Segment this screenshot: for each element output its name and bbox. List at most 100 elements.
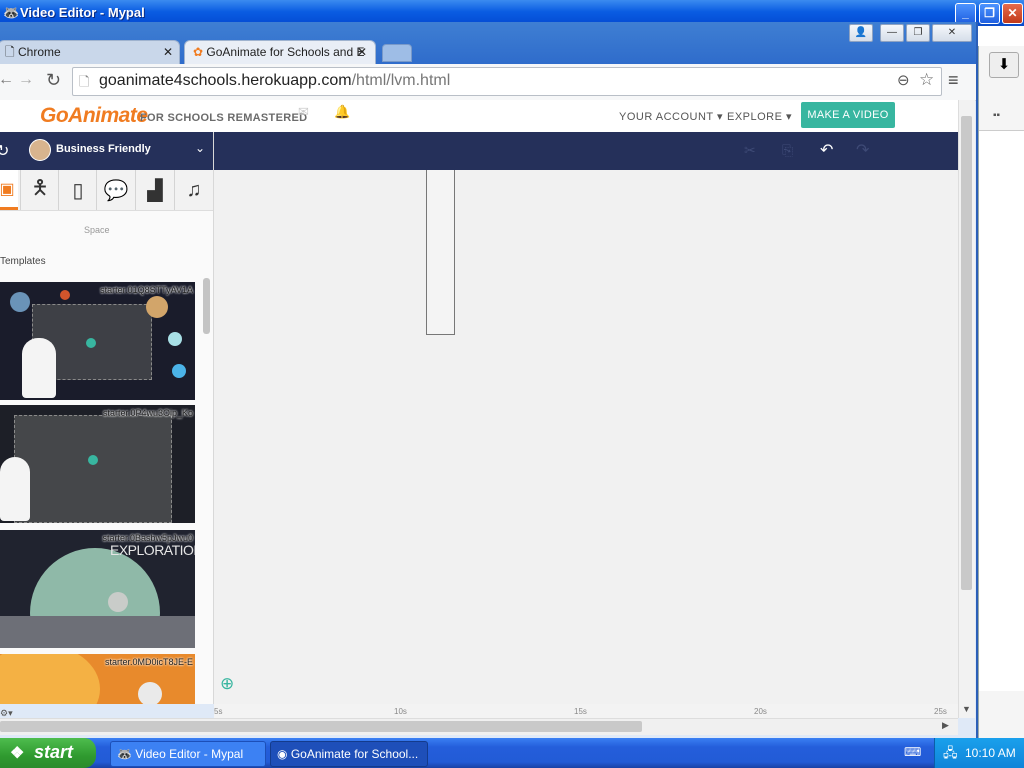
menu-icon[interactable]: ≡ (948, 70, 959, 91)
planet-shape (168, 332, 182, 346)
timeline-tick: 15s (574, 707, 587, 716)
scroll-right-icon[interactable]: ▶ (942, 720, 949, 731)
close-button[interactable]: ✕ (1002, 3, 1023, 24)
bookmark-star-icon[interactable]: ☆ (919, 70, 934, 90)
theme-name: Business Friendly (56, 143, 151, 155)
template-thumbnail[interactable]: starter.0P4wu3Oip_Ko (0, 405, 195, 523)
timeline-tick: 20s (754, 707, 767, 716)
clock[interactable]: 10:10 AM (965, 746, 1016, 760)
nav-your-account[interactable]: YOUR ACCOUNT ▾ (619, 110, 723, 123)
scrollbar-thumb[interactable] (961, 116, 972, 590)
address-bar[interactable]: 🗋 goanimate4schools.herokuapp.com/html/l… (72, 67, 942, 96)
start-button[interactable]: ❖ start (0, 738, 96, 768)
planet-shape (0, 654, 100, 704)
panel-scrollbar[interactable] (203, 278, 210, 334)
minimize-button[interactable]: _ (955, 3, 976, 24)
template-thumbnail[interactable]: EXPLORATION starter.0Basbw5pJwu0 (0, 530, 195, 648)
planet-shape (10, 292, 30, 312)
template-thumbnail[interactable]: starter.01Q8STTyAV1A (0, 282, 195, 400)
start-label: start (34, 742, 74, 762)
character-category-icon[interactable]: 🯅 (20, 170, 59, 210)
section-space: Space (84, 225, 110, 235)
maximize-button[interactable]: ❐ (979, 3, 1000, 24)
theme-avatar (29, 139, 51, 161)
paste-icon[interactable]: ⎘ (782, 142, 793, 159)
system-tray: 🖧 10:10 AM (934, 738, 1024, 768)
template-label: starter.0Basbw5pJwu0 (102, 533, 193, 543)
keyboard-icon[interactable]: ⌨ (904, 745, 921, 759)
tab-goanimate[interactable]: ✿ GoAnimate for Schools and E ✕ (184, 40, 376, 65)
goanimate-favicon-icon: ✿ (193, 45, 204, 59)
profile-icon[interactable]: 👤 (849, 24, 873, 42)
tab-label: GoAnimate for Schools and E (206, 45, 365, 59)
scene-frame-marker[interactable] (426, 170, 455, 335)
cut-icon[interactable]: ✂ (744, 142, 756, 159)
close-tab-icon[interactable]: ✕ (357, 41, 367, 63)
scene-category-icon[interactable]: ▣ (0, 170, 18, 210)
astronaut-figure (138, 682, 162, 704)
forward-icon[interactable]: → (18, 71, 34, 89)
close-tab-icon[interactable]: ✕ (163, 41, 173, 63)
apps-grid-icon[interactable]: ▪▪ (993, 110, 1000, 121)
text-bubble-category-icon[interactable]: 💬 (96, 170, 135, 210)
make-a-video-button[interactable]: MAKE A VIDEO (801, 102, 895, 128)
window-title: Video Editor - Mypal (20, 5, 145, 20)
lunar-surface (0, 616, 195, 648)
app-icon: 🦝 (117, 747, 132, 761)
download-icon[interactable]: ⬇ (989, 52, 1019, 78)
template-scene-frame (14, 415, 172, 523)
play-icon (88, 455, 98, 465)
planet-shape (60, 290, 70, 300)
taskbar-item-goanimate[interactable]: ◉ GoAnimate for School... (270, 741, 428, 767)
theme-selector[interactable]: ↻ Business Friendly ⌄ (0, 132, 213, 170)
chevron-down-icon[interactable]: ⌄ (195, 141, 205, 155)
planet-shape (172, 364, 186, 378)
play-icon (86, 338, 96, 348)
timeline-tick: 25s (934, 707, 947, 716)
template-label: starter.01Q8STTyAV1A (100, 285, 193, 295)
undo-icon[interactable]: ↶ (820, 140, 833, 160)
taskbar-item-label: Video Editor - Mypal (135, 747, 244, 761)
music-category-icon[interactable]: ♫ (174, 170, 213, 210)
network-icon[interactable]: 🖧 (943, 744, 958, 766)
taskbar-item-video-editor[interactable]: 🦝 Video Editor - Mypal (110, 741, 266, 767)
timeline-ruler[interactable]: 5s 10s 15s 20s 25s (214, 704, 958, 718)
editor-toolbar: ✂ ⎘ ↶ ↷ (214, 132, 958, 170)
scroll-down-icon[interactable]: ▼ (962, 704, 971, 714)
template-thumbnail[interactable]: starter.0MD0icT8JE-E (0, 654, 195, 704)
timeline-tick: 5s (214, 707, 223, 716)
moon-shape (108, 592, 128, 612)
windows-logo-icon: ❖ (10, 745, 25, 762)
tab-label: Chrome (18, 45, 61, 59)
tab-chrome[interactable]: 🗋 Chrome ✕ (0, 40, 180, 65)
redo-icon[interactable]: ↷ (856, 140, 869, 160)
timeline-tick: 10s (394, 707, 407, 716)
prop-category-icon[interactable]: ▯ (58, 170, 97, 210)
bell-icon[interactable]: 🔔 (334, 104, 350, 120)
template-label: starter.0P4wu3Oip_Ko (102, 408, 193, 418)
refresh-icon[interactable]: ↻ (0, 141, 9, 161)
url-text: goanimate4schools.herokuapp.com/html/lvm… (99, 72, 451, 89)
minimize-chrome-button[interactable]: — (880, 24, 904, 42)
app-icon: 🦝 (3, 5, 20, 20)
restore-chrome-button[interactable]: ❐ (906, 24, 930, 42)
nav-explore[interactable]: EXPLORE ▾ (727, 110, 792, 123)
back-icon[interactable]: ← (0, 71, 14, 89)
zoom-icon[interactable]: ⊖ (897, 71, 910, 89)
scrollbar-thumb[interactable] (0, 721, 642, 732)
mail-icon[interactable]: ✉ (298, 104, 309, 120)
horizontal-scrollbar[interactable]: ▶ (0, 718, 958, 735)
vertical-scrollbar[interactable]: ▼ (958, 100, 975, 718)
planet-shape (146, 296, 168, 318)
template-label: starter.0MD0icT8JE-E (104, 657, 193, 667)
new-tab-button[interactable] (382, 44, 412, 62)
chart-category-icon[interactable]: ▟ (135, 170, 174, 210)
close-chrome-button[interactable]: ✕ (932, 24, 972, 42)
side-page-area (979, 130, 1024, 691)
reload-icon[interactable]: ↻ (46, 70, 61, 91)
scene-stage[interactable]: ⊕ (214, 170, 958, 704)
zoom-in-icon[interactable]: ⊕ (220, 674, 234, 694)
page-icon: 🗋 (79, 74, 90, 89)
goanimate-logo[interactable]: GoAnimate (40, 104, 148, 128)
background-window: ⬇ ▪▪ (978, 46, 1024, 738)
